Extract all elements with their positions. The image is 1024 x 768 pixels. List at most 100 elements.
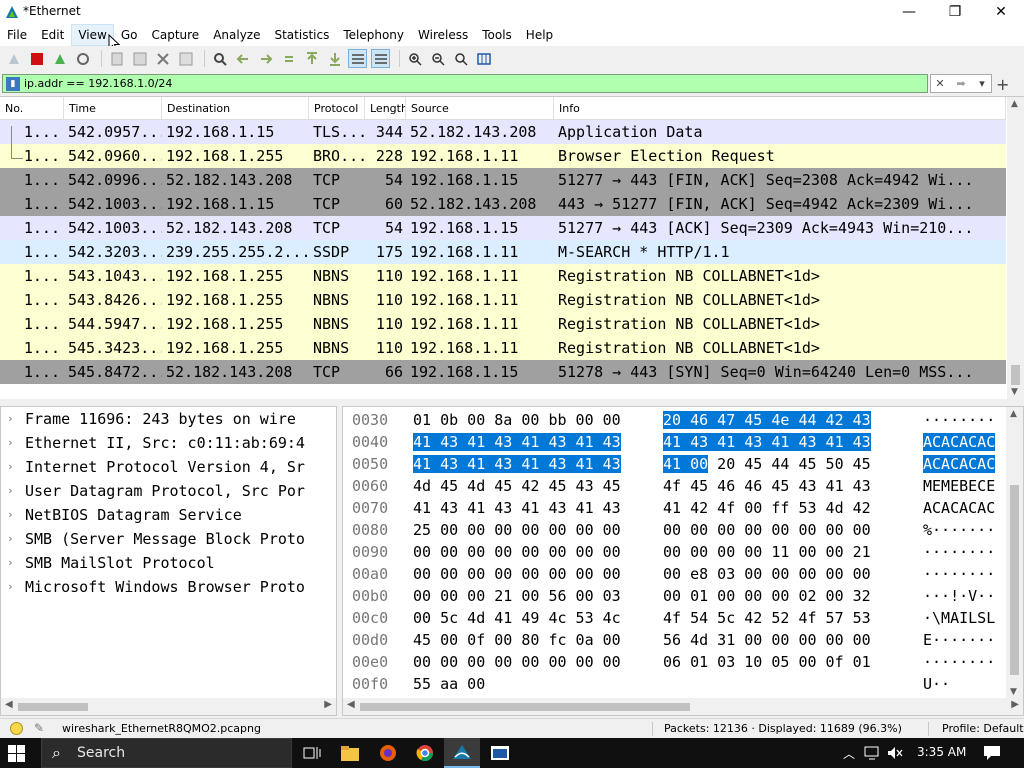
- network-icon[interactable]: [864, 745, 882, 761]
- detail-tree-item[interactable]: › User Datagram Protocol, Src Por: [1, 479, 336, 503]
- menu-capture[interactable]: Capture: [144, 24, 206, 46]
- maximize-button[interactable]: ❐: [932, 0, 978, 24]
- packet-row[interactable]: 1... 542.0996... 52.182.143.208 TCP 54 192.16…: [0, 168, 1006, 192]
- wireshark-taskbar-icon[interactable]: [444, 738, 480, 768]
- stop-capture-icon[interactable]: [27, 49, 46, 68]
- close-button[interactable]: ✕: [978, 0, 1024, 24]
- expand-chevron-icon[interactable]: ›: [7, 551, 14, 575]
- expand-chevron-icon[interactable]: ›: [7, 431, 14, 455]
- scroll-thumb[interactable]: [360, 703, 690, 711]
- display-filter-input[interactable]: ▮ ip.addr == 192.168.1.0/24: [2, 74, 928, 93]
- detail-tree-item[interactable]: › Frame 11696: 243 bytes on wire: [1, 407, 336, 431]
- hex-row[interactable]: 00f0 55 aa 00 U··: [343, 673, 1005, 695]
- filter-dropdown-icon[interactable]: ▾: [973, 75, 991, 92]
- reload-file-icon[interactable]: [176, 49, 195, 68]
- expand-chevron-icon[interactable]: ›: [7, 503, 14, 527]
- packet-row[interactable]: 1... 544.5947... 192.168.1.255 NBNS 110 192.1…: [0, 312, 1006, 336]
- status-profile[interactable]: Profile: Default: [942, 722, 1024, 735]
- column-header-destination[interactable]: Destination: [162, 97, 309, 120]
- add-filter-button-icon[interactable]: +: [996, 75, 1009, 94]
- taskbar-clock[interactable]: 3:35 AM: [917, 745, 966, 759]
- scroll-right-icon[interactable]: ▶: [324, 699, 332, 710]
- last-packet-icon[interactable]: [325, 49, 344, 68]
- bytes-vscrollbar[interactable]: ▲ ▼: [1006, 407, 1023, 699]
- start-capture-icon[interactable]: [4, 49, 23, 68]
- first-packet-icon[interactable]: [302, 49, 321, 68]
- detail-tree-item[interactable]: › NetBIOS Datagram Service: [1, 503, 336, 527]
- firefox-icon[interactable]: [370, 738, 406, 768]
- hex-row[interactable]: 0030 01 0b 00 8a 00 bb 00 00 20 46 47 45 4…: [343, 409, 1005, 431]
- hex-row[interactable]: 00d0 45 00 0f 00 80 fc 0a 00 56 4d 31 00 0…: [343, 629, 1005, 651]
- go-forward-icon[interactable]: [256, 49, 275, 68]
- packet-list-scrollbar[interactable]: ▲ ▼: [1007, 97, 1024, 399]
- menu-telephony[interactable]: Telephony: [336, 24, 411, 46]
- menu-analyze[interactable]: Analyze: [206, 24, 267, 46]
- action-center-icon[interactable]: [983, 745, 1001, 761]
- terminal-app-icon[interactable]: [482, 738, 518, 768]
- menu-file[interactable]: File: [0, 24, 34, 46]
- zoom-out-icon[interactable]: [428, 49, 447, 68]
- hex-row[interactable]: 0060 4d 45 4d 45 42 45 43 45 4f 45 46 46 4…: [343, 475, 1005, 497]
- task-view-icon[interactable]: [294, 738, 330, 768]
- column-header-time[interactable]: Time: [64, 97, 162, 120]
- scroll-thumb[interactable]: [18, 703, 88, 711]
- clear-filter-icon[interactable]: ✕: [931, 75, 949, 92]
- scroll-down-icon[interactable]: ▼: [1011, 387, 1018, 397]
- packet-row[interactable]: 1... 542.1003... 192.168.1.15 TCP 60 52.182.1…: [0, 192, 1006, 216]
- go-to-packet-icon[interactable]: [279, 49, 298, 68]
- minimize-button[interactable]: —: [886, 0, 932, 24]
- detail-tree-item[interactable]: › Ethernet II, Src: c0:11:ab:69:4: [1, 431, 336, 455]
- apply-filter-icon[interactable]: ➡: [949, 75, 973, 92]
- hex-row[interactable]: 00a0 00 00 00 00 00 00 00 00 00 e8 03 00 0…: [343, 563, 1005, 585]
- hex-row[interactable]: 0080 25 00 00 00 00 00 00 00 00 00 00 00 0…: [343, 519, 1005, 541]
- detail-tree-item[interactable]: › Internet Protocol Version 4, Sr: [1, 455, 336, 479]
- show-hidden-icons-icon[interactable]: ︿: [843, 745, 855, 762]
- hex-row[interactable]: 00b0 00 00 00 21 00 56 00 03 00 01 00 00 0…: [343, 585, 1005, 607]
- hex-row[interactable]: 00c0 00 5c 4d 41 49 4c 53 4c 4f 54 5c 42 5…: [343, 607, 1005, 629]
- packet-row[interactable]: 1... 545.3423... 192.168.1.255 NBNS 110 192.1…: [0, 336, 1006, 360]
- normal-size-icon[interactable]: [451, 49, 470, 68]
- column-header-no[interactable]: No.: [0, 97, 64, 120]
- packet-row[interactable]: 1... 542.3203... 239.255.255.2... SSDP 175 19…: [0, 240, 1006, 264]
- expand-chevron-icon[interactable]: ›: [7, 479, 14, 503]
- menu-wireless[interactable]: Wireless: [411, 24, 475, 46]
- packet-row[interactable]: 1... 545.8472... 52.182.143.208 TCP 66 192.16…: [0, 360, 1006, 384]
- expand-chevron-icon[interactable]: ›: [7, 575, 14, 599]
- column-header-length[interactable]: Length: [365, 97, 406, 120]
- open-file-icon[interactable]: [107, 49, 126, 68]
- volume-muted-icon[interactable]: [887, 745, 903, 761]
- windows-start-icon[interactable]: [8, 745, 25, 762]
- hex-row[interactable]: 0050 41 43 41 43 41 43 41 43 41 00 20 45 4…: [343, 453, 1005, 475]
- taskbar-search-box[interactable]: ⌕ Search: [41, 738, 292, 768]
- colorize-icon[interactable]: [371, 49, 390, 68]
- capture-options-icon[interactable]: [73, 49, 92, 68]
- expand-chevron-icon[interactable]: ›: [7, 455, 14, 479]
- hex-row[interactable]: 0090 00 00 00 00 00 00 00 00 00 00 00 00 1…: [343, 541, 1005, 563]
- hex-row[interactable]: 0070 41 43 41 43 41 43 41 43 41 42 4f 00 f…: [343, 497, 1005, 519]
- auto-scroll-icon[interactable]: [348, 49, 367, 68]
- display-filter-text[interactable]: ip.addr == 192.168.1.0/24: [24, 77, 172, 90]
- scroll-right-icon[interactable]: ▶: [1011, 699, 1019, 710]
- scroll-up-icon[interactable]: ▲: [1011, 99, 1018, 109]
- expand-chevron-icon[interactable]: ›: [7, 527, 14, 551]
- detail-tree-item[interactable]: › SMB (Server Message Block Proto: [1, 527, 336, 551]
- details-hscrollbar[interactable]: ◀ ▶: [1, 698, 336, 715]
- find-packet-icon[interactable]: [210, 49, 229, 68]
- packet-row[interactable]: 1... 543.8426... 192.168.1.255 NBNS 110 192.1…: [0, 288, 1006, 312]
- column-header-source[interactable]: Source: [406, 97, 554, 120]
- expand-chevron-icon[interactable]: ›: [7, 407, 14, 431]
- packet-row[interactable]: 1... 542.0960... 192.168.1.255 BRO... 228 192…: [0, 144, 1006, 168]
- save-file-icon[interactable]: [130, 49, 149, 68]
- chrome-icon[interactable]: [407, 738, 443, 768]
- capture-comment-icon[interactable]: ✎: [34, 721, 44, 735]
- expert-info-icon[interactable]: [10, 722, 23, 735]
- menu-tools[interactable]: Tools: [475, 24, 519, 46]
- bytes-hscrollbar[interactable]: ◀ ▶: [343, 698, 1023, 715]
- detail-tree-item[interactable]: › Microsoft Windows Browser Proto: [1, 575, 336, 599]
- column-header-info[interactable]: Info: [554, 97, 1006, 120]
- file-explorer-icon[interactable]: [332, 738, 368, 768]
- hex-row[interactable]: 00e0 00 00 00 00 00 00 00 00 06 01 03 10 0…: [343, 651, 1005, 673]
- column-header-protocol[interactable]: Protocol: [309, 97, 365, 120]
- packet-row[interactable]: 1... 542.0957... 192.168.1.15 TLS... 344 52.1…: [0, 120, 1006, 144]
- go-back-icon[interactable]: [233, 49, 252, 68]
